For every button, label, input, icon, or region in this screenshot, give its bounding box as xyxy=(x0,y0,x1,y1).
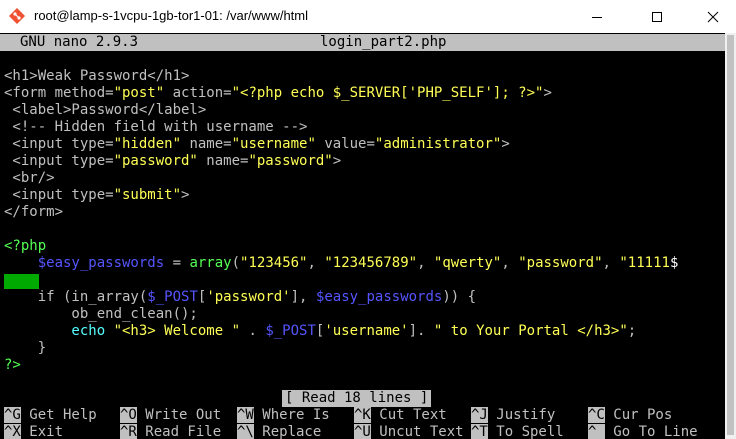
shortcut-replace[interactable]: ^\ Replace xyxy=(237,424,321,439)
nano-version: GNU nano 2.9.3 xyxy=(20,34,139,50)
terminal[interactable]: GNU nano 2.9.3 login_part2.php <h1>Weak … xyxy=(0,33,725,439)
code-line[interactable]: <input type="password" name="password"> xyxy=(4,153,341,170)
vertical-scrollbar[interactable] xyxy=(725,33,736,439)
shortcut-write-out[interactable]: ^O Write Out xyxy=(120,407,221,424)
scrollbar-thumb[interactable] xyxy=(727,35,734,435)
shortcut-get-help[interactable]: ^G Get Help xyxy=(4,407,97,424)
maximize-button[interactable] xyxy=(634,0,680,33)
shortcut-read-file[interactable]: ^R Read File xyxy=(120,424,221,439)
nano-header: GNU nano 2.9.3 login_part2.php xyxy=(0,34,725,51)
window-titlebar: root@lamp-s-1vcpu-1gb-tor1-01: /var/www/… xyxy=(0,0,736,33)
close-button[interactable] xyxy=(690,0,736,33)
shortcut-exit[interactable]: ^X Exit xyxy=(4,424,63,439)
shortcut-go-to-line[interactable]: ^_ Go To Line xyxy=(588,424,698,439)
window-title: root@lamp-s-1vcpu-1gb-tor1-01: /var/www/… xyxy=(34,8,309,23)
code-line[interactable]: <h1>Weak Password</h1> xyxy=(4,68,189,85)
shortcut-where-is[interactable]: ^W Where Is xyxy=(237,407,330,424)
text-cursor xyxy=(4,274,39,289)
shortcut-bar: ^G Get Help ^O Write Out ^W Where Is ^K … xyxy=(0,407,725,439)
shortcut-justify[interactable]: ^J Justify xyxy=(471,407,555,424)
shortcut-to-spell[interactable]: ^T To Spell xyxy=(471,424,564,439)
code-line[interactable]: $easy_passwords = array("123456", "12345… xyxy=(4,255,679,272)
code-line[interactable]: <br/> xyxy=(4,170,54,187)
code-line[interactable]: </form> xyxy=(4,204,63,221)
status-message: [ Read 18 lines ] xyxy=(282,390,432,407)
code-line[interactable]: if (in_array($_POST['password'], $easy_p… xyxy=(4,289,476,306)
shortcut-cur-pos[interactable]: ^C Cur Pos xyxy=(588,407,672,424)
maximize-icon xyxy=(652,11,662,22)
code-line[interactable]: <input type="submit"> xyxy=(4,187,189,204)
code-line[interactable]: <label>Password</label> xyxy=(4,102,206,119)
file-name: login_part2.php xyxy=(320,34,447,50)
code-line[interactable]: <!-- Hidden field with username --> xyxy=(4,119,307,136)
code-line[interactable]: <?php xyxy=(4,238,46,255)
code-line[interactable]: <form method="post" action="<?php echo $… xyxy=(4,85,552,102)
code-line[interactable]: ?> xyxy=(4,357,21,374)
shortcut-cut-text[interactable]: ^K Cut Text xyxy=(354,407,447,424)
shortcut-uncut-text[interactable]: ^U Uncut Text xyxy=(354,424,464,439)
code-line[interactable]: ob_end_clean(); xyxy=(4,306,197,323)
minimize-button[interactable] xyxy=(574,0,620,33)
minimize-icon xyxy=(592,16,602,18)
code-line[interactable]: <input type="hidden" name="username" val… xyxy=(4,136,509,153)
code-line[interactable]: } xyxy=(4,340,46,357)
code-line[interactable]: echo "<h3> Welcome " . $_POST['username'… xyxy=(4,323,636,340)
close-icon xyxy=(707,11,719,22)
git-bash-icon xyxy=(9,8,25,24)
